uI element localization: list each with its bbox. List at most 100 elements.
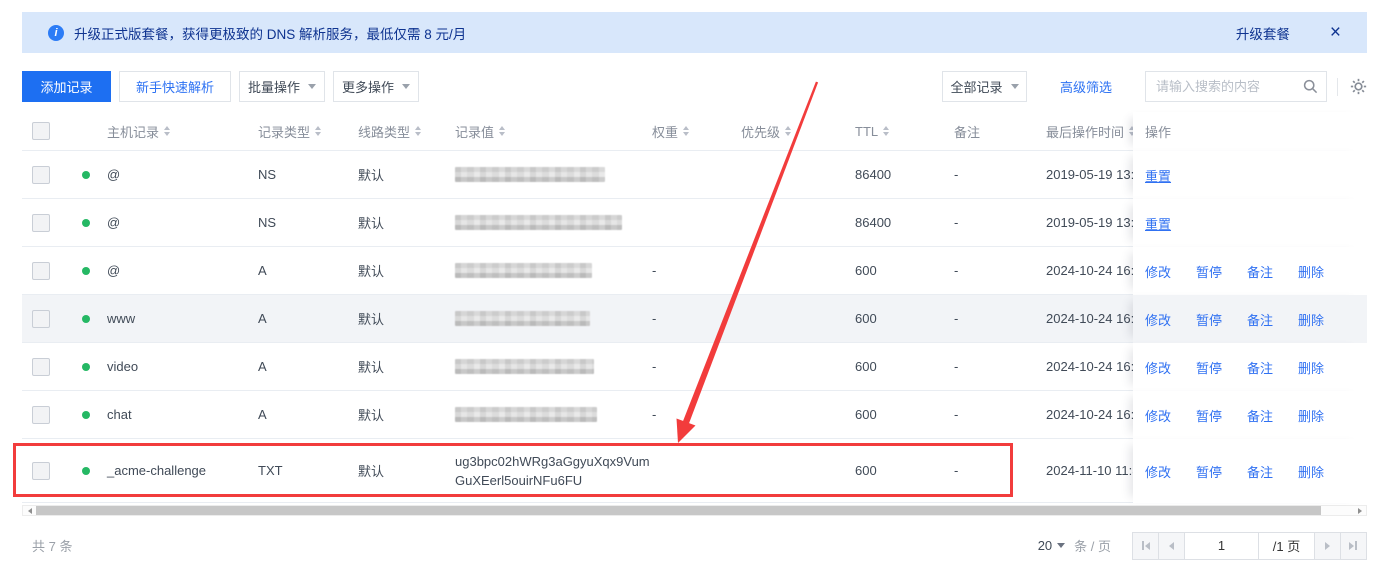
batch-operations-label: 批量操作 — [248, 77, 300, 96]
row-checkbox[interactable] — [32, 214, 50, 232]
line-type: 默认 — [358, 165, 455, 184]
action-delete-link[interactable]: 删除 — [1298, 262, 1324, 281]
masked-record-value — [455, 215, 622, 230]
host-record: @ — [107, 263, 258, 278]
record-filter-dropdown[interactable]: 全部记录 — [942, 71, 1027, 102]
ttl: 600 — [855, 263, 954, 278]
status-dot — [82, 267, 90, 275]
line-type: 默认 — [358, 261, 455, 280]
add-record-button[interactable]: 添加记录 — [22, 71, 111, 102]
page-number-input[interactable] — [1184, 532, 1259, 560]
more-operations-button[interactable]: 更多操作 — [333, 71, 419, 102]
note: - — [954, 463, 1046, 478]
table-row-acme-challenge: _acme-challenge TXT 默认 ug3bpc02hWRg3aGgy… — [22, 439, 1367, 503]
page-size-dropdown[interactable]: 20 — [1038, 538, 1065, 553]
col-header-priority: 优先级 — [741, 122, 780, 141]
action-note-link[interactable]: 备注 — [1247, 358, 1273, 377]
more-operations-label: 更多操作 — [342, 77, 394, 96]
line-type: 默认 — [358, 213, 455, 232]
col-header-actions: 操作 — [1133, 112, 1367, 151]
prev-page-button[interactable] — [1158, 532, 1185, 560]
sort-icon[interactable] — [164, 126, 170, 136]
row-checkbox[interactable] — [32, 462, 50, 480]
line-type: 默认 — [358, 405, 455, 424]
action-pause-link[interactable]: 暂停 — [1196, 310, 1222, 329]
masked-record-value — [455, 311, 590, 326]
chevron-down-icon — [1057, 543, 1065, 548]
note: - — [954, 167, 1046, 182]
sort-icon[interactable] — [415, 126, 421, 136]
close-icon[interactable]: × — [1330, 23, 1341, 42]
table-row: www A 默认 - 600 - 2024-10-24 16: 修改 暂停 备注… — [22, 295, 1367, 343]
action-note-link[interactable]: 备注 — [1247, 310, 1273, 329]
sort-icon[interactable] — [785, 126, 791, 136]
sort-icon[interactable] — [499, 126, 505, 136]
select-all-checkbox[interactable] — [32, 122, 50, 140]
table-row: chat A 默认 - 600 - 2024-10-24 16: 修改 暂停 备… — [22, 391, 1367, 439]
search-box — [1145, 71, 1327, 102]
col-header-ttl: TTL — [855, 124, 878, 139]
sort-icon[interactable] — [883, 126, 889, 136]
settings-gear-icon[interactable] — [1350, 78, 1367, 95]
action-note-link[interactable]: 备注 — [1247, 406, 1273, 425]
page-size-value: 20 — [1038, 538, 1052, 553]
record-type: A — [258, 263, 358, 278]
action-pause-link[interactable]: 暂停 — [1196, 358, 1222, 377]
row-checkbox[interactable] — [32, 358, 50, 376]
action-delete-link[interactable]: 删除 — [1298, 358, 1324, 377]
row-checkbox[interactable] — [32, 310, 50, 328]
dns-records-table: 主机记录 记录类型 线路类型 记录值 权重 优先级 TTL 备注 最后操作时间 … — [22, 112, 1367, 503]
ttl: 600 — [855, 311, 954, 326]
table-row: @ A 默认 - 600 - 2024-10-24 16: 修改 暂停 备注 删… — [22, 247, 1367, 295]
pager: /1 页 — [1133, 532, 1367, 560]
action-modify-link[interactable]: 修改 — [1145, 262, 1171, 281]
action-modify-link[interactable]: 修改 — [1145, 406, 1171, 425]
action-delete-link[interactable]: 删除 — [1298, 310, 1324, 329]
scroll-left-arrow[interactable] — [23, 506, 36, 515]
action-modify-link[interactable]: 修改 — [1145, 358, 1171, 377]
status-dot — [82, 411, 90, 419]
scrollbar-thumb[interactable] — [36, 506, 1321, 515]
sort-icon[interactable] — [315, 126, 321, 136]
chevron-down-icon — [402, 84, 410, 89]
action-modify-link[interactable]: 修改 — [1145, 310, 1171, 329]
next-page-button[interactable] — [1314, 532, 1341, 560]
weight: - — [652, 407, 741, 422]
upgrade-plan-link[interactable]: 升级套餐 — [1236, 23, 1290, 43]
last-operation-time: 2019-05-19 13: — [1046, 215, 1133, 230]
search-icon[interactable] — [1303, 79, 1318, 94]
search-input[interactable] — [1154, 78, 1303, 95]
action-reset-link[interactable]: 重置 — [1145, 214, 1171, 233]
last-page-button[interactable] — [1340, 532, 1367, 560]
last-operation-time: 2024-10-24 16: — [1046, 263, 1133, 278]
col-header-line: 线路类型 — [358, 122, 410, 141]
action-note-link[interactable]: 备注 — [1247, 262, 1273, 281]
row-checkbox[interactable] — [32, 262, 50, 280]
advanced-filter-button[interactable]: 高级筛选 — [1043, 77, 1129, 96]
action-reset-link[interactable]: 重置 — [1145, 166, 1171, 185]
row-checkbox[interactable] — [32, 406, 50, 424]
last-operation-time: 2024-10-24 16: — [1046, 311, 1133, 326]
scroll-right-arrow[interactable] — [1353, 506, 1366, 515]
action-pause-link[interactable]: 暂停 — [1196, 462, 1222, 481]
batch-operations-button[interactable]: 批量操作 — [239, 71, 325, 102]
action-modify-link[interactable]: 修改 — [1145, 462, 1171, 481]
table-row: @ NS 默认 86400 - 2019-05-19 13: 重置 — [22, 151, 1367, 199]
action-pause-link[interactable]: 暂停 — [1196, 262, 1222, 281]
first-page-button[interactable] — [1132, 532, 1159, 560]
action-delete-link[interactable]: 删除 — [1298, 462, 1324, 481]
record-value-line1: ug3bpc02hWRg3aGgyuXqx9Vum — [455, 454, 650, 469]
sort-icon[interactable] — [683, 126, 689, 136]
quick-parse-button[interactable]: 新手快速解析 — [119, 71, 231, 102]
row-checkbox[interactable] — [32, 166, 50, 184]
table-row: @ NS 默认 86400 - 2019-05-19 13: 重置 — [22, 199, 1367, 247]
action-delete-link[interactable]: 删除 — [1298, 406, 1324, 425]
page-total-label: /1 页 — [1258, 532, 1315, 560]
action-pause-link[interactable]: 暂停 — [1196, 406, 1222, 425]
chevron-down-icon — [308, 84, 316, 89]
masked-record-value — [455, 263, 592, 278]
note: - — [954, 407, 1046, 422]
ttl: 86400 — [855, 215, 954, 230]
record-type: A — [258, 359, 358, 374]
action-note-link[interactable]: 备注 — [1247, 462, 1273, 481]
